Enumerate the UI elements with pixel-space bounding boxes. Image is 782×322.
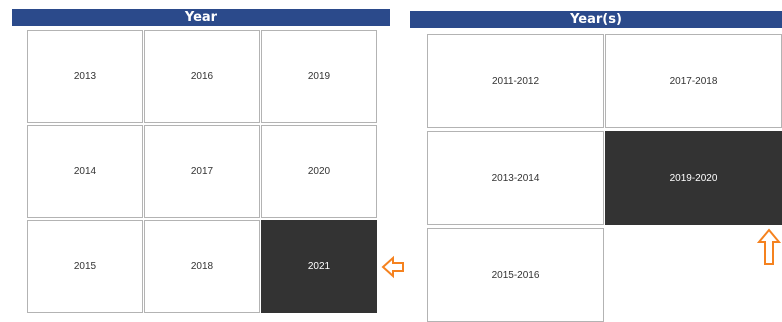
- year-tile[interactable]: 2013: [27, 30, 143, 123]
- arrow-up-icon: [757, 228, 781, 265]
- year-tile[interactable]: 2019: [261, 30, 377, 123]
- year-tile[interactable]: 2018: [144, 220, 260, 313]
- year-range-tile[interactable]: 2017-2018: [605, 34, 782, 128]
- year-tile[interactable]: 2014: [27, 125, 143, 218]
- arrow-left-icon: [381, 255, 404, 279]
- year-tile[interactable]: 2017: [144, 125, 260, 218]
- year-tile[interactable]: 2016: [144, 30, 260, 123]
- year-range-tile[interactable]: 2013-2014: [427, 131, 604, 225]
- year-tile[interactable]: 2020: [261, 125, 377, 218]
- year-slicer-header: Year: [12, 9, 390, 26]
- year-tile[interactable]: 2015: [27, 220, 143, 313]
- year-range-tile-selected[interactable]: 2019-2020: [605, 131, 782, 225]
- year-tile-selected[interactable]: 2021: [261, 220, 377, 313]
- year-range-slicer-header: Year(s): [410, 11, 782, 28]
- year-range-tile[interactable]: 2015-2016: [427, 228, 604, 322]
- year-range-tile[interactable]: 2011-2012: [427, 34, 604, 128]
